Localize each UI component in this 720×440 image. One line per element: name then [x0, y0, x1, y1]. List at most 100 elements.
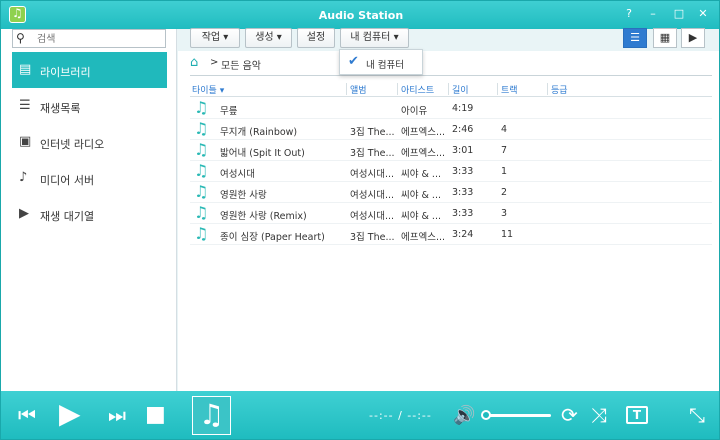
table-row[interactable]: ♫ 밟어내 (Spit It Out) 3집 The... 에프엑스... 3:…	[190, 140, 712, 161]
thumbnail-view-icon[interactable]: ▦	[653, 28, 677, 48]
song-length: 3:33	[452, 166, 474, 177]
song-artist: 씨야 & ...	[401, 211, 441, 222]
column-divider[interactable]	[497, 83, 498, 95]
song-length: 3:24	[452, 229, 474, 240]
next-track-icon[interactable]: ⏭	[108, 403, 126, 427]
volume-slider-track[interactable]	[485, 414, 551, 417]
stop-icon[interactable]: ■	[145, 402, 166, 427]
table-row[interactable]: ♫ 영원한 사랑 여성시대... 씨야 & ... 3:33 2	[190, 182, 712, 203]
search-box[interactable]: ⚲	[12, 29, 166, 48]
song-title: 무지개 (Rainbow)	[220, 127, 298, 138]
sidebar-item-internet-radio[interactable]: ▣ 인터넷 라디오	[12, 124, 167, 160]
song-length: 3:33	[452, 208, 474, 219]
home-icon[interactable]: ⌂	[190, 55, 198, 70]
divider	[190, 75, 712, 76]
song-album: 여성시대...	[350, 211, 395, 222]
table-header: 타이틀 ▾ 앨범 아티스트 길이 트랙 등급	[190, 81, 712, 97]
song-artist: 씨야 & ...	[401, 190, 441, 201]
song-artist: 씨야 & ...	[401, 169, 441, 180]
song-album: 3집 The...	[350, 127, 395, 138]
sidebar-item-label: 재생 대기열	[40, 210, 95, 223]
breadcrumb-current[interactable]: 모든 음악	[221, 57, 261, 72]
song-album: 여성시대...	[350, 190, 395, 201]
sidebar-item-media-server[interactable]: ♪ 미디어 서버	[12, 160, 167, 196]
song-title: 영원한 사랑	[220, 190, 267, 201]
volume-slider-handle[interactable]	[481, 410, 491, 420]
song-track: 1	[501, 166, 508, 177]
checkmark-icon: ✔	[348, 54, 359, 69]
action-menu-button[interactable]: 작업 ▾	[190, 28, 240, 48]
song-album: 여성시대...	[350, 169, 395, 180]
table-row[interactable]: ♫ 무릎 아이유 4:19	[190, 98, 712, 119]
sidebar-item-playlist[interactable]: ☰ 재생목록	[12, 88, 167, 124]
table-row[interactable]: ♫ 여성시대 여성시대... 씨야 & ... 3:33 1	[190, 161, 712, 182]
column-header-rating[interactable]: 등급	[551, 83, 568, 96]
column-header-album[interactable]: 앨범	[350, 83, 367, 96]
song-track: 11	[501, 229, 514, 240]
album-art[interactable]: ♫	[192, 396, 231, 435]
minimize-player-icon[interactable]: ⤡	[689, 403, 705, 427]
music-note-icon: ♫	[194, 98, 209, 117]
radio-icon: ▣	[19, 134, 32, 149]
song-length: 3:33	[452, 187, 474, 198]
create-menu-button[interactable]: 생성 ▾	[245, 28, 292, 48]
shuffle-icon[interactable]: ⤨	[591, 403, 607, 427]
song-artist: 에프엑스...	[401, 127, 446, 138]
playback-time: --:-- / --:--	[369, 409, 432, 422]
sidebar-item-label: 재생목록	[40, 102, 81, 115]
music-note-icon: ♫	[194, 203, 209, 222]
list-view-icon[interactable]: ☰	[623, 28, 647, 48]
settings-button[interactable]: 설정	[297, 28, 335, 48]
song-title: 무릎	[220, 106, 238, 117]
breadcrumb-separator: >	[210, 57, 219, 68]
previous-track-icon[interactable]: ⏮	[18, 403, 36, 427]
play-queue-icon: ▶	[19, 206, 29, 221]
search-input[interactable]	[37, 32, 161, 46]
player-bar: ⏮ ▶ ⏭ ■ ♫ --:-- / --:-- 🔊 ⟳ ⤨ T ⤡	[1, 391, 719, 439]
song-length: 3:01	[452, 145, 474, 156]
song-track: 3	[501, 208, 508, 219]
volume-icon[interactable]: 🔊	[453, 405, 475, 426]
sidebar-item-play-queue[interactable]: ▶ 재생 대기열	[12, 196, 167, 232]
column-divider[interactable]	[547, 83, 548, 95]
song-title: 영원한 사랑 (Remix)	[220, 211, 307, 222]
column-header-artist[interactable]: 아티스트	[401, 83, 434, 96]
music-note-icon: ♫	[194, 119, 209, 138]
maximize-button[interactable]: □	[672, 7, 686, 21]
repeat-icon[interactable]: ⟳	[561, 403, 578, 427]
song-artist: 아이유	[401, 106, 428, 117]
column-divider[interactable]	[397, 83, 398, 95]
table-row[interactable]: ♫ 영원한 사랑 (Remix) 여성시대... 씨야 & ... 3:33 3	[190, 203, 712, 224]
column-header-title[interactable]: 타이틀 ▾	[192, 83, 224, 96]
column-divider[interactable]	[346, 83, 347, 95]
help-button[interactable]: ?	[622, 7, 636, 21]
song-track: 7	[501, 145, 508, 156]
close-button[interactable]: ✕	[696, 7, 710, 21]
column-header-track[interactable]: 트랙	[501, 83, 518, 96]
song-track: 2	[501, 187, 508, 198]
minimize-button[interactable]: –	[646, 7, 660, 21]
lyrics-icon[interactable]: T	[626, 406, 648, 424]
cover-view-icon[interactable]: ▶	[681, 28, 705, 48]
music-note-icon: ♫	[194, 140, 209, 159]
album-art-music-icon: ♫	[199, 398, 225, 431]
sidebar-item-library[interactable]: ▤ 라이브러리	[12, 52, 167, 88]
title-bar[interactable]: Audio Station ? – □ ✕	[1, 1, 719, 29]
play-icon[interactable]: ▶	[59, 399, 81, 429]
sidebar-item-label: 인터넷 라디오	[40, 138, 105, 151]
column-divider[interactable]	[448, 83, 449, 95]
table-row[interactable]: ♫ 무지개 (Rainbow) 3집 The... 에프엑스... 2:46 4	[190, 119, 712, 140]
dropdown-item-label: 내 컴퓨터	[366, 60, 404, 71]
player-select-dropdown-item[interactable]: ✔ 내 컴퓨터	[339, 49, 423, 75]
table-row[interactable]: ♫ 종이 심장 (Paper Heart) 3집 The... 에프엑스... …	[190, 224, 712, 245]
music-note-icon: ♫	[194, 161, 209, 180]
song-title: 종이 심장 (Paper Heart)	[220, 232, 325, 243]
column-header-length[interactable]: 길이	[452, 83, 469, 96]
search-icon: ⚲	[16, 31, 25, 45]
song-title: 여성시대	[220, 169, 255, 180]
player-select-button[interactable]: 내 컴퓨터 ▾	[340, 28, 409, 48]
song-title: 밟어내 (Spit It Out)	[220, 148, 305, 159]
sidebar: ⚲ ▤ 라이브러리 ☰ 재생목록 ▣ 인터넷 라디오 ♪ 미디어 서버 ▶ 재생…	[1, 29, 177, 391]
main-content: ⌂ > 모든 음악 타이틀 ▾ 앨범 아티스트 길이 트랙 등급 ♫ 무릎 아이…	[178, 51, 719, 391]
window-title: Audio Station	[318, 9, 404, 22]
